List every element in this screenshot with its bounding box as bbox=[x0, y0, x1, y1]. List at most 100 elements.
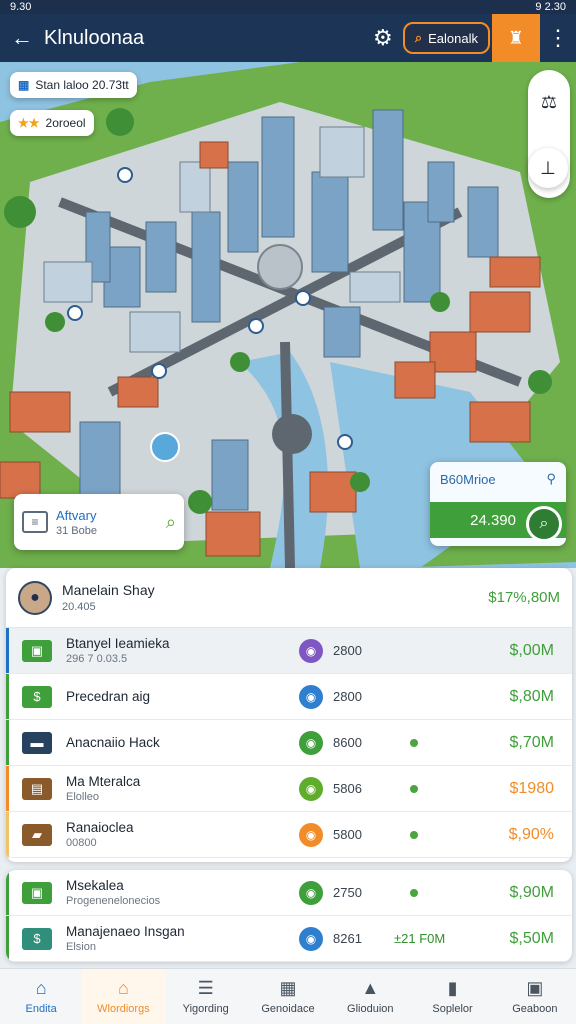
list-item[interactable]: $ Manajenaeo Insgan Elsion ◉ 8261 ±21 F0M $,50… bbox=[6, 916, 572, 962]
property-number: 8600 bbox=[333, 735, 362, 750]
status-circle-icon[interactable]: ◉ bbox=[299, 926, 323, 951]
total-amount: $17%,80M bbox=[488, 589, 560, 606]
map-icon: ▦ bbox=[279, 978, 297, 998]
compass-icon[interactable]: ⊥ bbox=[528, 148, 568, 188]
property-value: $,00M bbox=[509, 641, 554, 659]
book-icon: ▮ bbox=[447, 978, 458, 998]
status-circle-icon[interactable]: ◉ bbox=[299, 638, 323, 663]
property-icon: $ bbox=[22, 685, 52, 708]
property-label-group: Anacnaiio Hack bbox=[66, 735, 286, 750]
map-stat-chip[interactable]: ▦ Stan laloo 20.73tt bbox=[10, 72, 137, 98]
nav-label: Glioduion bbox=[347, 1003, 394, 1015]
status-circle-icon[interactable]: ◉ bbox=[299, 880, 323, 905]
property-label-group: Precedran aig bbox=[66, 689, 286, 704]
nav-item-soplelor[interactable]: ▮ Soplelor bbox=[411, 969, 493, 1024]
property-sub: Elolleo bbox=[66, 791, 100, 803]
map-stat-chip-text: Stan laloo 20.73tt bbox=[35, 78, 129, 92]
back-arrow-icon[interactable]: ← bbox=[0, 25, 44, 51]
list-item[interactable]: ▬ Anacnaiio Hack ◉ 8600 $,70M bbox=[6, 720, 572, 766]
search-circle-icon[interactable]: ⌕ bbox=[526, 506, 562, 542]
city-map[interactable]: ▦ Stan laloo 20.73tt ★★ 2oroeol ⚖ ⌂ ⊥ ≡ … bbox=[0, 62, 576, 568]
city-pill-button[interactable]: ⌕ Ealonalk bbox=[402, 22, 490, 54]
property-label-group: Ranaioclea 00800 bbox=[66, 820, 286, 849]
nav-item-wlordiorgs[interactable]: ⌂ Wlordiorgs bbox=[82, 969, 165, 1024]
warning-icon: ▲ bbox=[361, 978, 380, 998]
list-icon: ☰ bbox=[197, 978, 214, 998]
property-icon: ▣ bbox=[22, 639, 52, 662]
trophy-icon[interactable]: ♜ bbox=[492, 14, 540, 62]
city-value-title: B60Mrioe bbox=[440, 471, 496, 487]
calendar-icon: ▣ bbox=[526, 978, 544, 998]
secondary-panel: ▣ Msekalea Progenenelonecios ◉ 2750 $,90M $ Man… bbox=[6, 870, 572, 962]
portfolio-header[interactable]: ● Manelain Shay 20.405 $17%,80M bbox=[6, 568, 572, 628]
property-name: Ranaioclea bbox=[66, 820, 134, 835]
app-title: Klnuloonaa bbox=[44, 26, 145, 49]
property-number: 2800 bbox=[333, 643, 362, 658]
rating-chip-text: 2oroeol bbox=[45, 116, 86, 130]
city-pill-label: Ealonalk bbox=[428, 30, 478, 46]
nav-item-geaboon[interactable]: ▣ Geaboon bbox=[494, 969, 576, 1024]
city-value-card[interactable]: B60Mrioe ⚲ 24.390 ⌕ bbox=[430, 462, 566, 546]
list-item[interactable]: ▣ Msekalea Progenenelonecios ◉ 2750 $,90M bbox=[6, 870, 572, 916]
property-name: Anacnaiio Hack bbox=[66, 735, 160, 750]
row-accent-bar bbox=[6, 766, 9, 811]
property-sub: Progenenelonecios bbox=[66, 895, 161, 907]
more-menu-icon[interactable]: ⋮ bbox=[540, 25, 576, 51]
property-number: 2750 bbox=[333, 885, 362, 900]
gear-icon[interactable]: ⚙ bbox=[363, 25, 403, 51]
list-item[interactable]: ▰ Ranaioclea 00800 ◉ 5800 $,90% bbox=[6, 812, 572, 858]
nav-item-endita[interactable]: ⌂ Endita bbox=[0, 969, 82, 1024]
bottom-nav: ⌂ Endita ⌂ Wlordiorgs ☰ Yigording ▦ Genoidace ▲ G… bbox=[0, 968, 576, 1024]
property-sub: 296 7 0.03.5 bbox=[66, 653, 128, 665]
row-accent-bar bbox=[6, 812, 9, 857]
property-icon: $ bbox=[22, 927, 52, 950]
property-value: $,80M bbox=[509, 687, 554, 705]
property-value: $,90M bbox=[509, 883, 554, 901]
status-circle-icon[interactable]: ◉ bbox=[299, 730, 323, 755]
owner-sub: 20.405 bbox=[62, 601, 96, 613]
property-list: ▣ Btanyel Ieamieka 296 7 0.03.5 ◉ 2800 $,00M $… bbox=[6, 628, 572, 858]
status-right: 9 2.30 bbox=[535, 1, 566, 13]
building-icon: ⌂ bbox=[117, 978, 129, 998]
status-circle-icon[interactable]: ◉ bbox=[299, 776, 323, 801]
status-circle-icon[interactable]: ◉ bbox=[299, 684, 323, 709]
property-change: ±21 F0M bbox=[394, 931, 446, 946]
row-accent-bar bbox=[6, 674, 9, 719]
owner-name: Manelain Shay bbox=[62, 582, 155, 598]
property-icon: ▣ bbox=[22, 881, 52, 904]
property-icon: ▰ bbox=[22, 823, 52, 846]
property-name: Msekalea bbox=[66, 878, 124, 893]
app-bar: ← Klnuloonaa ⚙ ⌕ Ealonalk ♜ ⋮ bbox=[0, 14, 576, 62]
rating-chip[interactable]: ★★ 2oroeol bbox=[10, 110, 94, 136]
row-accent-bar bbox=[6, 628, 9, 673]
nav-label: Endita bbox=[25, 1003, 57, 1015]
district-title: Aftvary bbox=[56, 507, 97, 523]
property-sub: Elsion bbox=[66, 941, 96, 953]
list-item[interactable]: ▤ Ma Mteralca Elolleo ◉ 5806 $1980 bbox=[6, 766, 572, 812]
nav-label: Soplelor bbox=[432, 1003, 473, 1015]
property-icon: ▤ bbox=[22, 777, 52, 800]
property-label-group: Manajenaeo Insgan Elsion bbox=[66, 924, 286, 953]
property-number: 2800 bbox=[333, 689, 362, 704]
scales-icon[interactable]: ⚖ bbox=[541, 92, 557, 113]
property-name: Btanyel Ieamieka bbox=[66, 636, 170, 651]
list-item[interactable]: $ Precedran aig ◉ 2800 $,80M bbox=[6, 674, 572, 720]
property-label-group: Msekalea Progenenelonecios bbox=[66, 878, 286, 907]
nav-item-genoidace[interactable]: ▦ Genoidace bbox=[247, 969, 329, 1024]
district-info-card[interactable]: ≡ Aftvary 31 Bobe ⌕ bbox=[14, 494, 184, 550]
nav-item-yigording[interactable]: ☰ Yigording bbox=[165, 969, 247, 1024]
status-circle-icon[interactable]: ◉ bbox=[299, 822, 323, 847]
row-accent-bar bbox=[6, 916, 9, 961]
pin-icon: ⚲ bbox=[546, 471, 556, 486]
row-accent-bar bbox=[6, 870, 9, 915]
avatar: ● bbox=[18, 580, 52, 615]
property-number: 5806 bbox=[333, 781, 362, 796]
nav-item-glioduion[interactable]: ▲ Glioduion bbox=[329, 969, 411, 1024]
property-name: Ma Mteralca bbox=[66, 774, 141, 789]
property-value: $,70M bbox=[509, 733, 554, 751]
nav-label: Wlordiorgs bbox=[97, 1003, 150, 1015]
property-label-group: Btanyel Ieamieka 296 7 0.03.5 bbox=[66, 636, 286, 665]
list-item[interactable]: ▣ Btanyel Ieamieka 296 7 0.03.5 ◉ 2800 $,00M bbox=[6, 628, 572, 674]
secondary-list: ▣ Msekalea Progenenelonecios ◉ 2750 $,90M $ Man… bbox=[6, 870, 572, 962]
home-icon: ⌂ bbox=[35, 978, 47, 998]
